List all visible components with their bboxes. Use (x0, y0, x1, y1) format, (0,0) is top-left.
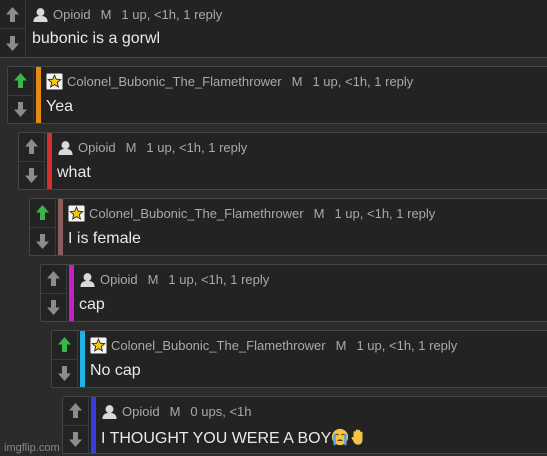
author-link[interactable]: Colonel_Bubonic_The_Flamethrower (67, 74, 282, 89)
comment-stats: 1 up, <1h, 1 reply (312, 73, 414, 89)
upvote-button[interactable] (8, 67, 34, 96)
mod-button[interactable]: M (336, 338, 347, 353)
upvote-button[interactable] (41, 265, 67, 294)
upvote-button[interactable] (52, 331, 78, 360)
comment: Opioid M 0 ups, <1h I THOUGHT YOU WERE A… (62, 396, 547, 454)
star-icon (46, 72, 63, 90)
author-link[interactable]: Opioid (100, 272, 138, 287)
comment-stats: 1 up, <1h, 1 reply (121, 6, 223, 22)
upvote-button[interactable] (63, 397, 89, 426)
author-link[interactable]: Opioid (78, 140, 116, 155)
vote-column (30, 199, 56, 255)
depth-stripe (91, 397, 96, 453)
star-icon (68, 204, 85, 222)
up-arrow-icon (24, 138, 39, 155)
watermark: imgflip.com (4, 442, 60, 454)
down-arrow-icon (46, 299, 61, 316)
up-arrow-icon (57, 336, 72, 353)
mod-button[interactable]: M (126, 140, 137, 155)
author-link[interactable]: Colonel_Bubonic_The_Flamethrower (89, 206, 304, 221)
user-icon (101, 403, 118, 420)
downvote-button[interactable] (41, 293, 67, 321)
comment-meta: Colonel_Bubonic_The_Flamethrower M 1 up,… (46, 71, 413, 91)
up-arrow-icon (5, 6, 20, 23)
mod-button[interactable]: M (101, 7, 112, 22)
mod-button[interactable]: M (314, 206, 325, 221)
comment-stats: 1 up, <1h, 1 reply (356, 337, 458, 353)
down-arrow-icon (24, 167, 39, 184)
comment-stats: 1 up, <1h, 1 reply (168, 271, 270, 287)
downvote-button[interactable] (8, 95, 34, 123)
vote-column (8, 67, 34, 123)
upvote-button[interactable] (0, 0, 26, 29)
down-arrow-icon (5, 35, 20, 52)
downvote-button[interactable] (30, 227, 56, 255)
comment-stats: 1 up, <1h, 1 reply (146, 139, 248, 155)
user-icon (57, 139, 74, 156)
star-icon (90, 336, 107, 354)
vote-column (0, 0, 26, 57)
comment-text: I is female (68, 230, 141, 247)
up-arrow-icon (35, 204, 50, 221)
comment-meta: Colonel_Bubonic_The_Flamethrower M 1 up,… (90, 335, 457, 355)
comment-text: No cap (90, 362, 141, 379)
author-link[interactable]: Colonel_Bubonic_The_Flamethrower (111, 338, 326, 353)
depth-stripe (80, 331, 85, 387)
user-icon (32, 6, 49, 23)
comment: Opioid M 1 up, <1h, 1 reply what (18, 132, 547, 190)
downvote-button[interactable] (19, 161, 45, 189)
downvote-button[interactable] (63, 425, 89, 453)
vote-column (52, 331, 78, 387)
comment: Opioid M 1 up, <1h, 1 reply bubonic is a… (0, 0, 547, 58)
down-arrow-icon (13, 101, 28, 118)
comment-meta: Opioid M 0 ups, <1h (101, 401, 252, 421)
depth-stripe (69, 265, 74, 321)
comment-stats: 0 ups, <1h (190, 403, 252, 419)
author-link[interactable]: Opioid (122, 404, 160, 419)
user-icon (79, 271, 96, 288)
comment-thread: Opioid M 1 up, <1h, 1 reply bubonic is a… (0, 0, 547, 456)
down-arrow-icon (57, 365, 72, 382)
downvote-button[interactable] (52, 359, 78, 387)
depth-stripe (47, 133, 52, 189)
vote-column (41, 265, 67, 321)
raised-hand-emoji (349, 428, 367, 446)
vote-column (63, 397, 89, 453)
upvote-button[interactable] (19, 133, 45, 162)
comment-text: I THOUGHT YOU WERE A BOY (101, 428, 367, 448)
comment-meta: Opioid M 1 up, <1h, 1 reply (79, 269, 269, 289)
downvote-button[interactable] (0, 29, 26, 57)
crying-face-emoji (331, 428, 349, 446)
comment-stats: 1 up, <1h, 1 reply (334, 205, 436, 221)
mod-button[interactable]: M (170, 404, 181, 419)
comment: Colonel_Bubonic_The_Flamethrower M 1 up,… (7, 66, 547, 124)
down-arrow-icon (68, 431, 83, 448)
comment-text: bubonic is a gorwl (32, 30, 161, 47)
up-arrow-icon (46, 270, 61, 287)
comment-meta: Opioid M 1 up, <1h, 1 reply (32, 4, 222, 24)
comment-text: cap (79, 296, 105, 313)
comment-meta: Colonel_Bubonic_The_Flamethrower M 1 up,… (68, 203, 435, 223)
depth-stripe (36, 67, 41, 123)
comment: Colonel_Bubonic_The_Flamethrower M 1 up,… (29, 198, 547, 256)
comment-text: Yea (46, 98, 73, 115)
comment: Colonel_Bubonic_The_Flamethrower M 1 up,… (51, 330, 547, 388)
comment: Opioid M 1 up, <1h, 1 reply cap (40, 264, 547, 322)
depth-stripe (58, 199, 63, 255)
up-arrow-icon (13, 72, 28, 89)
down-arrow-icon (35, 233, 50, 250)
comment-text-content: I THOUGHT YOU WERE A BOY (101, 430, 332, 447)
comment-text: what (57, 164, 91, 181)
mod-button[interactable]: M (148, 272, 159, 287)
comment-meta: Opioid M 1 up, <1h, 1 reply (57, 137, 247, 157)
vote-column (19, 133, 45, 189)
up-arrow-icon (68, 402, 83, 419)
mod-button[interactable]: M (292, 74, 303, 89)
author-link[interactable]: Opioid (53, 7, 91, 22)
upvote-button[interactable] (30, 199, 56, 228)
